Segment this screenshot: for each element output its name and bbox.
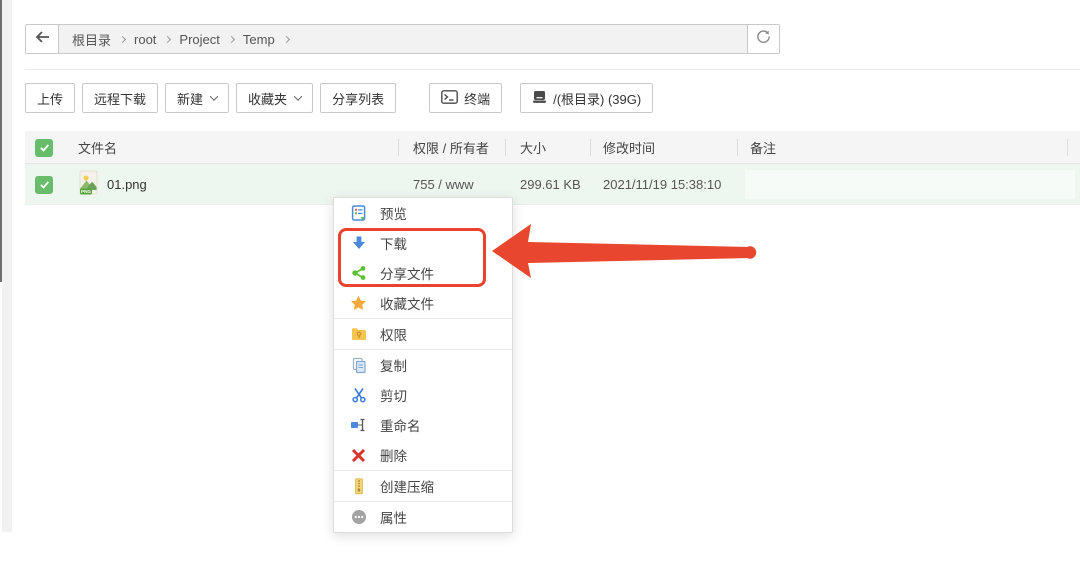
copy-icon — [350, 357, 367, 374]
chevron-right-icon — [164, 35, 172, 43]
zip-icon — [350, 477, 367, 495]
menu-item-label: 属性 — [380, 511, 407, 526]
terminal-icon — [441, 89, 458, 107]
select-all-checkbox[interactable] — [35, 138, 53, 157]
menu-item-compress[interactable]: 创建压缩 — [334, 471, 512, 501]
remark-cell[interactable] — [745, 170, 1075, 199]
select-all-checkbox-cell — [35, 131, 53, 164]
left-edge-gray-strip — [2, 0, 12, 532]
menu-item-permission[interactable]: 权限 — [334, 319, 512, 349]
column-divider — [737, 139, 738, 156]
menu-item-download[interactable]: 下载 — [334, 228, 512, 258]
share-list-button[interactable]: 分享列表 — [320, 83, 397, 113]
file-table: 文件名 权限 / 所有者 大小 修改时间 备注 PNG 01.png 755 /… — [25, 131, 1080, 205]
chevron-down-icon — [293, 92, 303, 101]
column-divider — [398, 139, 399, 156]
header-mtime[interactable]: 修改时间 — [603, 131, 655, 164]
menu-item-preview[interactable]: 预览 — [334, 198, 512, 228]
favorites-button[interactable]: 收藏夹 — [236, 83, 314, 113]
path-bar: 根目录 root Project Temp — [25, 24, 780, 54]
rename-icon — [350, 417, 367, 434]
header-size[interactable]: 大小 — [520, 131, 546, 164]
context-menu: 预览 下载 分享文件 收藏文件 权限 复制 剪切 重命名 删除 创建压缩 属性 — [333, 197, 513, 533]
menu-item-label: 创建压缩 — [380, 480, 434, 495]
toolbar: 上传 远程下载 新建 收藏夹 分享列表 终端 /(根目录) (39G) — [25, 83, 660, 113]
divider — [25, 69, 1080, 70]
header-filename[interactable]: 文件名 — [78, 131, 117, 164]
disk-icon — [532, 90, 547, 107]
menu-item-copy[interactable]: 复制 — [334, 350, 512, 380]
header-perm-owner[interactable]: 权限 / 所有者 — [413, 131, 489, 164]
menu-item-properties[interactable]: 属性 — [334, 502, 512, 532]
menu-item-label: 剪切 — [380, 389, 407, 404]
menu-item-label: 收藏文件 — [380, 297, 434, 312]
breadcrumb-item[interactable]: Temp — [243, 32, 275, 47]
permission-icon — [350, 326, 367, 343]
menu-item-delete[interactable]: 删除 — [334, 440, 512, 470]
column-divider — [505, 139, 506, 156]
breadcrumb-root[interactable]: 根目录 — [72, 30, 111, 49]
upload-button[interactable]: 上传 — [25, 83, 76, 113]
disk-selector-label: /(根目录) (39G) — [553, 91, 642, 107]
table-row[interactable]: PNG 01.png 755 / www 299.61 KB 2021/11/1… — [25, 164, 1080, 205]
star-icon — [350, 295, 367, 312]
breadcrumb: 根目录 root Project Temp — [59, 25, 747, 53]
menu-item-label: 权限 — [380, 328, 407, 343]
cut-icon — [350, 387, 367, 404]
refresh-icon — [756, 29, 771, 49]
refresh-button[interactable] — [747, 25, 779, 53]
menu-item-share[interactable]: 分享文件 — [334, 258, 512, 288]
chevron-right-icon — [227, 35, 235, 43]
table-header: 文件名 权限 / 所有者 大小 修改时间 备注 — [25, 131, 1080, 164]
column-divider — [590, 139, 591, 156]
menu-item-favorite[interactable]: 收藏文件 — [334, 288, 512, 318]
column-divider — [1067, 139, 1068, 156]
share-icon — [350, 265, 367, 282]
menu-item-label: 重命名 — [380, 419, 421, 434]
breadcrumb-item[interactable]: root — [134, 32, 156, 47]
preview-icon — [350, 204, 367, 222]
menu-item-label: 复制 — [380, 359, 407, 374]
new-menu-button[interactable]: 新建 — [165, 83, 230, 113]
menu-item-label: 下载 — [380, 237, 407, 252]
menu-item-label: 分享文件 — [380, 267, 434, 282]
chevron-down-icon — [209, 92, 219, 101]
svg-text:PNG: PNG — [81, 189, 91, 194]
menu-item-rename[interactable]: 重命名 — [334, 410, 512, 440]
filename-label: 01.png — [107, 177, 147, 192]
new-menu-label: 新建 — [177, 91, 204, 107]
menu-item-label: 删除 — [380, 449, 407, 464]
menu-item-label: 预览 — [380, 207, 407, 222]
png-file-icon: PNG — [78, 170, 99, 199]
download-icon — [350, 235, 367, 252]
back-button[interactable] — [26, 25, 59, 53]
arrow-left-icon — [35, 30, 50, 48]
annotation-arrow — [492, 224, 757, 278]
size-cell: 299.61 KB — [520, 177, 581, 192]
row-checkbox[interactable] — [35, 175, 53, 194]
favorites-label: 收藏夹 — [248, 91, 288, 107]
properties-icon — [350, 509, 367, 526]
remote-download-button[interactable]: 远程下载 — [82, 83, 159, 113]
disk-selector-button[interactable]: /(根目录) (39G) — [520, 83, 654, 113]
breadcrumb-item[interactable]: Project — [179, 32, 219, 47]
chevron-right-icon — [282, 35, 290, 43]
mtime-cell: 2021/11/19 15:38:10 — [603, 177, 722, 192]
terminal-label: 终端 — [464, 91, 491, 107]
menu-item-cut[interactable]: 剪切 — [334, 380, 512, 410]
header-remark[interactable]: 备注 — [750, 131, 776, 164]
chevron-right-icon — [118, 35, 127, 43]
delete-icon — [350, 447, 367, 464]
terminal-button[interactable]: 终端 — [429, 83, 503, 113]
row-checkbox-cell — [35, 164, 53, 205]
filename-cell[interactable]: PNG 01.png — [78, 164, 147, 205]
